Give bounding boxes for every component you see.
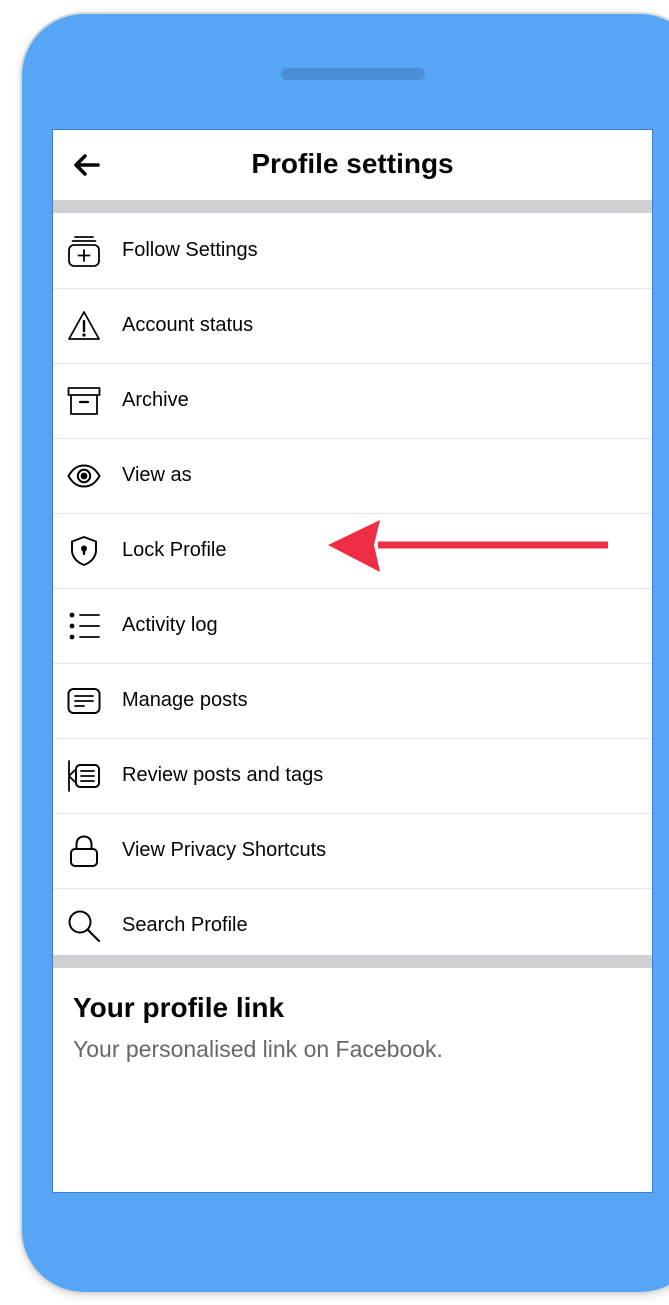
section-divider	[53, 955, 652, 968]
menu-item-review-posts-and-tags[interactable]: Review posts and tags	[53, 739, 652, 814]
profile-link-title: Your profile link	[73, 992, 285, 1023]
section-divider	[53, 200, 652, 213]
review-tags-icon	[68, 760, 100, 792]
shield-lock-icon	[71, 536, 97, 566]
eye-icon	[67, 464, 101, 488]
menu-item-view-as[interactable]: View as	[53, 439, 652, 514]
menu-item-label: Activity log	[122, 614, 218, 636]
follow-settings-icon	[68, 236, 100, 267]
warning-icon	[68, 311, 100, 340]
profile-link-subtitle: Your personalised link on Facebook.	[73, 1036, 443, 1062]
lock-icon	[70, 835, 98, 867]
app-screen: Profile settings Follow Settings Account…	[52, 129, 653, 1193]
archive-icon	[67, 387, 101, 415]
menu-item-label: Follow Settings	[122, 239, 258, 261]
menu-item-label: Account status	[122, 314, 254, 336]
menu-item-label: View as	[122, 464, 192, 486]
phone-speaker	[281, 68, 425, 80]
search-icon	[68, 910, 101, 943]
menu-item-label: Archive	[122, 389, 189, 411]
top-bar: Profile settings	[53, 130, 652, 200]
settings-menu: Follow Settings Account status Archive V…	[53, 214, 652, 963]
menu-item-account-status[interactable]: Account status	[53, 289, 652, 364]
posts-icon	[67, 688, 101, 714]
menu-item-search-profile[interactable]: Search Profile	[53, 889, 652, 963]
menu-item-follow-settings[interactable]: Follow Settings	[53, 214, 652, 289]
menu-item-label: Search Profile	[122, 914, 248, 936]
page-title: Profile settings	[251, 148, 454, 179]
list-icon	[69, 612, 100, 640]
menu-item-activity-log[interactable]: Activity log	[53, 589, 652, 664]
menu-item-label: View Privacy Shortcuts	[122, 839, 327, 861]
menu-item-manage-posts[interactable]: Manage posts	[53, 664, 652, 739]
menu-item-archive[interactable]: Archive	[53, 364, 652, 439]
menu-item-label: Lock Profile	[122, 539, 227, 561]
menu-item-label: Manage posts	[122, 689, 248, 711]
annotation-arrow-icon	[328, 520, 608, 572]
menu-item-view-privacy-shortcuts[interactable]: View Privacy Shortcuts	[53, 814, 652, 889]
menu-item-label: Review posts and tags	[122, 764, 324, 786]
